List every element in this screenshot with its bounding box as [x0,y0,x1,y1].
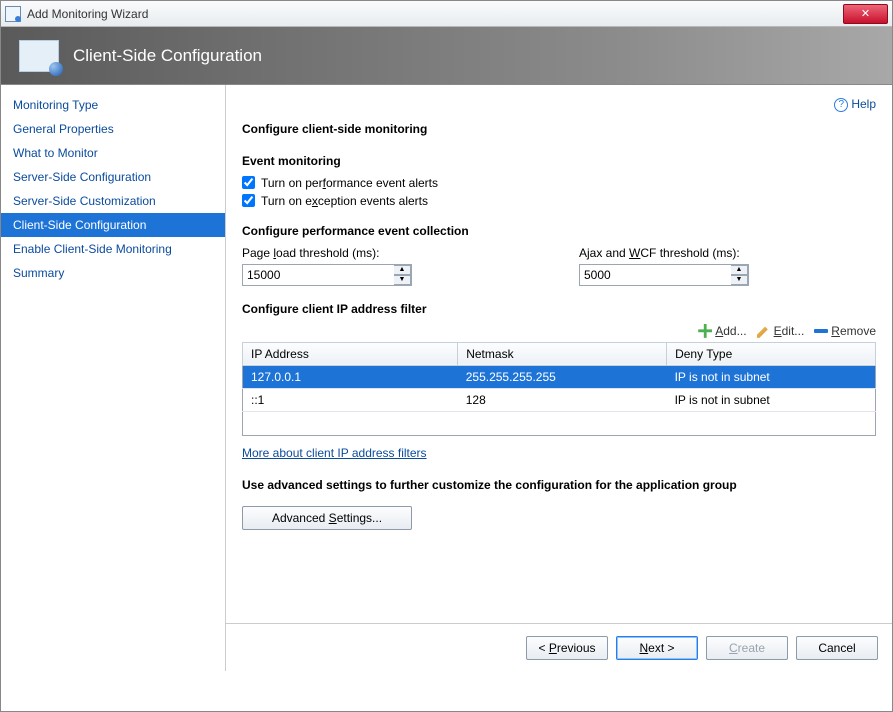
help-icon: ? [834,98,848,112]
step-server-side-configuration[interactable]: Server-Side Configuration [1,165,225,189]
perf-alerts-label: Turn on performance event alerts [261,176,438,190]
app-icon [5,6,21,22]
plus-icon [698,324,712,338]
previous-button[interactable]: < Previous [526,636,608,660]
exception-alerts-checkbox[interactable] [242,194,255,207]
page-load-spin-up[interactable]: ▲ [394,265,411,275]
step-enable-client-side-monitoring[interactable]: Enable Client-Side Monitoring [1,237,225,261]
advanced-settings-button[interactable]: Advanced Settings... [242,506,412,530]
page-heading: Configure client-side monitoring [242,122,876,136]
step-what-to-monitor[interactable]: What to Monitor [1,141,225,165]
wizard-footer: < Previous Next > Create Cancel [226,623,892,671]
banner-icon [19,40,59,72]
ip-remove-button[interactable]: Remove [814,324,876,338]
step-client-side-configuration[interactable]: Client-Side Configuration [1,213,225,237]
wizard-content: ?Help Configure client-side monitoring E… [226,85,892,671]
ajax-threshold-label: Ajax and WCF threshold (ms): [579,246,876,260]
next-button[interactable]: Next > [616,636,698,660]
advanced-desc: Use advanced settings to further customi… [242,478,876,492]
help-link[interactable]: Help [851,97,876,111]
table-row[interactable]: 127.0.0.1 255.255.255.255 IP is not in s… [243,365,876,388]
event-monitoring-heading: Event monitoring [242,154,876,168]
ip-filter-help-link[interactable]: More about client IP address filters [242,446,427,460]
minus-icon [814,324,828,338]
exception-alerts-label: Turn on exception events alerts [261,194,428,208]
wizard-steps-sidebar: Monitoring Type General Properties What … [1,85,226,671]
window-close-button[interactable]: ✕ [843,4,888,24]
table-row[interactable] [243,411,876,435]
step-summary[interactable]: Summary [1,261,225,285]
close-icon: ✕ [861,7,870,20]
col-netmask[interactable]: Netmask [458,342,667,365]
banner-title: Client-Side Configuration [73,46,262,66]
pencil-icon [757,324,771,338]
ajax-spin-down[interactable]: ▼ [731,275,748,285]
col-deny-type[interactable]: Deny Type [667,342,876,365]
window-title: Add Monitoring Wizard [27,7,843,21]
step-server-side-customization[interactable]: Server-Side Customization [1,189,225,213]
table-row[interactable]: ::1 128 IP is not in subnet [243,388,876,411]
perf-collection-heading: Configure performance event collection [242,224,876,238]
perf-alerts-checkbox[interactable] [242,176,255,189]
ip-filter-table[interactable]: IP Address Netmask Deny Type 127.0.0.1 2… [242,342,876,436]
ajax-spin-up[interactable]: ▲ [731,265,748,275]
page-load-threshold-input[interactable] [242,264,412,286]
col-ip-address[interactable]: IP Address [243,342,458,365]
page-load-spin-down[interactable]: ▼ [394,275,411,285]
cancel-button[interactable]: Cancel [796,636,878,660]
step-general-properties[interactable]: General Properties [1,117,225,141]
ip-add-button[interactable]: Add... [698,324,746,338]
wizard-banner: Client-Side Configuration [1,27,892,85]
create-button: Create [706,636,788,660]
ip-filter-heading: Configure client IP address filter [242,302,876,316]
step-monitoring-type[interactable]: Monitoring Type [1,93,225,117]
ip-edit-button[interactable]: Edit... [757,324,805,338]
ajax-threshold-input[interactable] [579,264,749,286]
page-load-threshold-label: Page load threshold (ms): [242,246,539,260]
